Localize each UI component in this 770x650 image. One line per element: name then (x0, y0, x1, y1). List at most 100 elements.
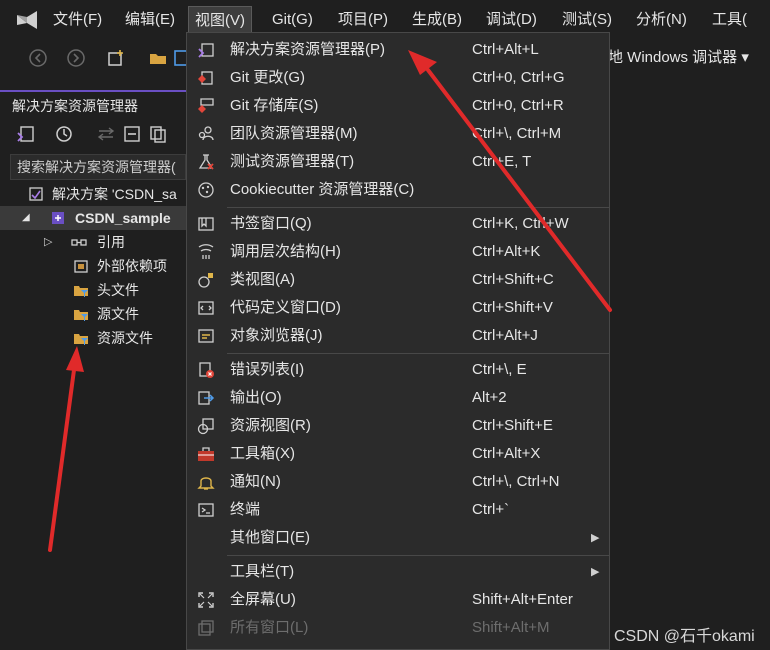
collapse-arrow-icon[interactable]: ◢ (22, 206, 30, 230)
all-windows-icon (198, 620, 214, 636)
menu-item-label: 通知(N) (230, 473, 281, 490)
filter-folder-icon (74, 310, 88, 321)
new-project-icon[interactable] (106, 48, 126, 68)
history-icon[interactable] (54, 124, 74, 144)
debug-target-dropdown[interactable]: 地 Windows 调试器 ▾ (608, 46, 749, 67)
tree-item-resource-files[interactable]: 资源文件 (0, 326, 186, 350)
menu-item-output[interactable]: 输出(O) Alt+2 (187, 384, 609, 412)
output-icon (198, 391, 215, 405)
solution-explorer-tab[interactable]: 解决方案资源管理器 (0, 90, 186, 114)
menu-item-shortcut: Ctrl+` (472, 501, 510, 518)
menu-item-git-repository[interactable]: Git 存储库(S) Ctrl+0, Ctrl+R (187, 92, 609, 120)
menu-item-test-explorer[interactable]: 测试资源管理器(T) Ctrl+E, T (187, 148, 609, 176)
menu-item-label: 输出(O) (230, 389, 282, 406)
solution-explorer-search-input[interactable]: 搜索解决方案资源管理器( (10, 154, 186, 180)
menu-item-shortcut: Ctrl+Shift+V (472, 299, 553, 316)
menu-item-shortcut: Shift+Alt+Enter (472, 591, 573, 608)
menu-item-full-screen[interactable]: 全屏幕(U) Shift+Alt+Enter (187, 586, 609, 614)
external-deps-icon (74, 260, 88, 273)
menu-item-terminal[interactable]: 终端 Ctrl+` (187, 496, 609, 524)
menu-item-label: 其他窗口(E) (230, 529, 310, 546)
menu-item-solution-explorer[interactable]: 解决方案资源管理器(P) Ctrl+Alt+L (187, 36, 609, 64)
menu-project[interactable]: 项目(P) (332, 6, 394, 34)
menu-item-label: 代码定义窗口(D) (230, 299, 341, 316)
menu-item-code-definition[interactable]: 代码定义窗口(D) Ctrl+Shift+V (187, 294, 609, 322)
menu-item-shortcut: Ctrl+Alt+K (472, 243, 541, 260)
menu-test[interactable]: 测试(S) (556, 6, 618, 34)
menu-item-call-hierarchy[interactable]: 调用层次结构(H) Ctrl+Alt+K (187, 238, 609, 266)
menu-analyze[interactable]: 分析(N) (630, 6, 693, 34)
object-browser-icon (198, 329, 214, 343)
toolbox-icon (198, 447, 214, 461)
show-all-files-icon[interactable] (148, 124, 168, 144)
menu-item-label: 对象浏览器(J) (230, 327, 323, 344)
tree-item-source-files[interactable]: 源文件 (0, 302, 186, 326)
solution-explorer-toolbar (0, 120, 186, 150)
menu-item-object-browser[interactable]: 对象浏览器(J) Ctrl+Alt+J (187, 322, 609, 350)
menu-item-error-list[interactable]: 错误列表(I) Ctrl+\, E (187, 356, 609, 384)
open-folder-icon[interactable] (148, 48, 168, 68)
git-repository-icon (198, 98, 214, 113)
menu-item-team-explorer[interactable]: 团队资源管理器(M) Ctrl+\, Ctrl+M (187, 120, 609, 148)
view-menu-dropdown: 解决方案资源管理器(P) Ctrl+Alt+L Git 更改(G) Ctrl+0… (186, 32, 610, 650)
solution-explorer-icon (198, 43, 214, 58)
menu-item-git-changes[interactable]: Git 更改(G) Ctrl+0, Ctrl+G (187, 64, 609, 92)
expand-arrow-icon[interactable]: ▷ (44, 230, 52, 254)
solution-icon (29, 187, 43, 201)
menu-item-notifications[interactable]: 通知(N) Ctrl+\, Ctrl+N (187, 468, 609, 496)
menu-item-label: 团队资源管理器(M) (230, 125, 358, 142)
menu-separator (227, 207, 609, 208)
visual-studio-logo-icon[interactable] (14, 8, 40, 32)
menu-item-class-view[interactable]: 类视图(A) Ctrl+Shift+C (187, 266, 609, 294)
sync-icon[interactable] (96, 124, 116, 144)
filter-folder-icon (74, 286, 88, 297)
menu-item-label: 书签窗口(Q) (230, 215, 312, 232)
menu-tools[interactable]: 工具( (706, 6, 753, 34)
menu-item-toolbox[interactable]: 工具箱(X) Ctrl+Alt+X (187, 440, 609, 468)
menu-item-shortcut: Ctrl+Alt+J (472, 327, 538, 344)
menu-item-label: 解决方案资源管理器(P) (230, 41, 385, 58)
menu-view[interactable]: 视图(V) (188, 6, 252, 35)
resource-view-icon (197, 418, 214, 435)
menu-item-shortcut: Ctrl+Shift+C (472, 271, 554, 288)
tree-item-project[interactable]: ◢ CSDN_sample (0, 206, 186, 230)
menu-item-all-windows: 所有窗口(L) Shift+Alt+M (187, 614, 609, 642)
submenu-arrow-icon: ▶ (591, 566, 600, 578)
menu-item-resource-view[interactable]: 资源视图(R) Ctrl+Shift+E (187, 412, 609, 440)
menu-edit[interactable]: 编辑(E) (119, 6, 181, 34)
menu-item-shortcut: Alt+2 (472, 389, 507, 406)
menu-build[interactable]: 生成(B) (406, 6, 468, 34)
menu-item-other-windows[interactable]: 其他窗口(E) ▶ (187, 524, 609, 552)
menu-item-label: Git 更改(G) (230, 69, 305, 86)
tree-item-solution[interactable]: 解决方案 'CSDN_sa (0, 182, 186, 206)
back-icon[interactable] (28, 48, 48, 68)
class-view-icon (198, 273, 213, 288)
tree-item-label: 资源文件 (97, 330, 153, 346)
forward-icon[interactable] (66, 48, 86, 68)
menu-item-cookiecutter[interactable]: Cookiecutter 资源管理器(C) (187, 176, 609, 204)
menu-item-shortcut: Ctrl+E, T (472, 153, 532, 170)
team-explorer-icon (198, 126, 214, 141)
tree-item-label: 源文件 (97, 306, 139, 322)
project-icon (52, 212, 64, 224)
tree-item-header-files[interactable]: 头文件 (0, 278, 186, 302)
switch-views-icon[interactable] (16, 124, 36, 144)
tree-item-references[interactable]: ▷ 引用 (0, 230, 186, 254)
test-explorer-icon (198, 154, 214, 170)
menu-item-label: Git 存储库(S) (230, 97, 319, 114)
cookiecutter-icon (198, 182, 214, 198)
menu-file[interactable]: 文件(F) (47, 6, 108, 34)
tree-item-label: 外部依赖项 (97, 258, 167, 274)
references-icon (71, 239, 87, 246)
menu-item-label: 工具箱(X) (230, 445, 295, 462)
collapse-all-icon[interactable] (122, 124, 142, 144)
solution-explorer-panel: 解决方案资源管理器 搜索解决方案资源管理器( 解决方案 'CSDN_sa ◢ C… (0, 90, 186, 650)
menu-item-bookmarks[interactable]: 书签窗口(Q) Ctrl+K, Ctrl+W (187, 210, 609, 238)
error-list-icon (199, 362, 214, 378)
menu-git[interactable]: Git(G) (266, 6, 319, 34)
menu-item-toolbars[interactable]: 工具栏(T) ▶ (187, 558, 609, 586)
bell-icon (197, 477, 215, 490)
menu-item-label: 类视图(A) (230, 271, 295, 288)
menu-debug[interactable]: 调试(D) (480, 6, 543, 34)
tree-item-external-deps[interactable]: 外部依赖项 (0, 254, 186, 278)
